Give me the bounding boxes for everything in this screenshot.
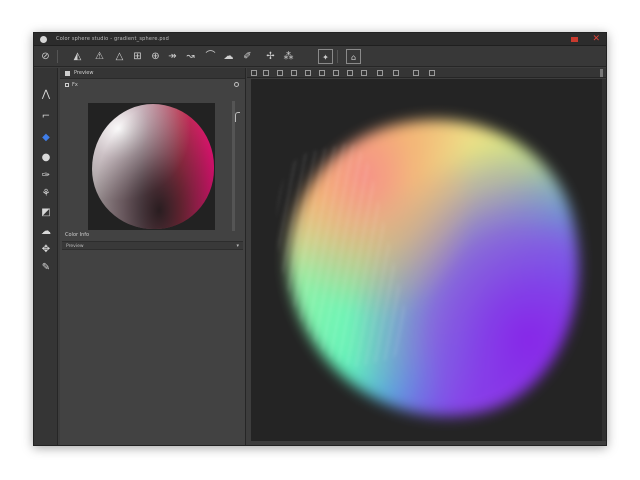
title-bar: Color sphere studio - gradient_sphere.ps… bbox=[34, 33, 606, 46]
triangle-icon[interactable]: ◭ bbox=[70, 49, 85, 64]
panel-subheader: Fx bbox=[60, 79, 245, 90]
lasso-tool-icon[interactable]: ⌐ bbox=[39, 110, 53, 124]
canvas-tool-icon[interactable] bbox=[361, 70, 367, 76]
window-title: Color sphere studio - gradient_sphere.ps… bbox=[56, 36, 169, 42]
sphere-preview bbox=[88, 103, 215, 230]
canvas-tool-icon[interactable] bbox=[291, 70, 297, 76]
canvas-tool-icon[interactable] bbox=[319, 70, 325, 76]
grid-icon[interactable]: ⊞ bbox=[130, 49, 145, 64]
blend-icon[interactable]: ↝ bbox=[183, 49, 198, 64]
dots-icon[interactable]: ⁂ bbox=[281, 49, 296, 64]
panel-header: Preview bbox=[60, 68, 245, 79]
eyedrop-icon[interactable]: ✐ bbox=[240, 49, 255, 64]
panel-icon bbox=[65, 70, 70, 76]
frame-alt-icon[interactable]: ⌂ bbox=[346, 49, 361, 64]
canvas-tool-icon[interactable] bbox=[347, 70, 353, 76]
canvas-tool-icon[interactable] bbox=[413, 70, 419, 76]
fill-tool-icon[interactable]: ◆ bbox=[39, 131, 53, 145]
toolbar-divider bbox=[337, 50, 338, 63]
app-logo-icon bbox=[40, 35, 47, 43]
canvas-scrollbar[interactable] bbox=[602, 79, 606, 441]
canvas-tool-icon[interactable] bbox=[305, 70, 311, 76]
cloud-tool-icon[interactable]: ☁ bbox=[39, 225, 53, 239]
tools-panel: ⋀ ⌐ ◆ ● ✑ ⚘ ◩ ☁ ✥ ✎ bbox=[34, 68, 58, 445]
preview-panel: Preview Fx Color Info Preview ▾ bbox=[60, 68, 246, 445]
toolbar-divider bbox=[57, 50, 58, 63]
canvas-tool-icon[interactable] bbox=[377, 70, 383, 76]
wand-tool-icon[interactable]: ⚘ bbox=[39, 187, 53, 201]
move-icon[interactable]: ✢ bbox=[263, 49, 278, 64]
panel-footer-label: Color Info bbox=[65, 232, 90, 238]
eraser-tool-icon[interactable]: ◩ bbox=[39, 206, 53, 220]
options-icon[interactable] bbox=[234, 82, 239, 87]
frame-icon[interactable]: ✦ bbox=[318, 49, 333, 64]
panel-title: Preview bbox=[74, 70, 94, 76]
canvas-tool-icon[interactable] bbox=[263, 70, 269, 76]
brush-icon[interactable]: ⊘ bbox=[38, 49, 53, 64]
scroll-handle-icon[interactable] bbox=[235, 112, 240, 122]
canvas-tool-icon[interactable] bbox=[251, 70, 257, 76]
window-controls: ✕ bbox=[571, 35, 600, 44]
canvas-tool-icon[interactable] bbox=[277, 70, 283, 76]
globe-icon[interactable]: ⊕ bbox=[148, 49, 163, 64]
panel-sub-label: Fx bbox=[72, 81, 78, 88]
sphere-tool-icon[interactable]: ● bbox=[39, 151, 53, 165]
app-window: Color sphere studio - gradient_sphere.ps… bbox=[33, 32, 607, 446]
canvas-toolbar bbox=[247, 68, 606, 78]
canvas-tool-icon[interactable] bbox=[393, 70, 399, 76]
minimize-button[interactable] bbox=[571, 37, 579, 42]
arrow-icon[interactable]: ↠ bbox=[165, 49, 180, 64]
brush-tool-icon[interactable]: ✑ bbox=[39, 169, 53, 183]
curve-icon[interactable]: ⌒ bbox=[203, 49, 218, 64]
canvas[interactable] bbox=[251, 79, 604, 441]
close-button[interactable]: ✕ bbox=[592, 35, 600, 44]
dropdown-value: Preview bbox=[66, 244, 84, 249]
cloud-icon[interactable]: ☁ bbox=[221, 49, 236, 64]
warning-icon[interactable]: ⚠ bbox=[92, 49, 107, 64]
pen-tool-icon[interactable]: ✎ bbox=[39, 261, 53, 275]
path-icon[interactable]: △ bbox=[112, 49, 127, 64]
canvas-tool-icon[interactable] bbox=[333, 70, 339, 76]
chevron-down-icon: ▾ bbox=[236, 243, 239, 249]
checkbox-icon[interactable] bbox=[65, 82, 69, 87]
sphere-thumbnail bbox=[92, 104, 214, 229]
arrow-tool-icon[interactable]: ⋀ bbox=[39, 88, 53, 102]
options-toolbar: ⊘ ◭ ⚠ △ ⊞ ⊕ ↠ ↝ ⌒ ☁ ✐ ✢ ⁂ ✦ ⌂ bbox=[34, 46, 606, 67]
canvas-tool-icon[interactable] bbox=[429, 70, 435, 76]
hand-tool-icon[interactable]: ✥ bbox=[39, 243, 53, 257]
panel-dropdown[interactable]: Preview ▾ bbox=[62, 241, 243, 250]
canvas-bar-handle[interactable] bbox=[600, 69, 603, 77]
